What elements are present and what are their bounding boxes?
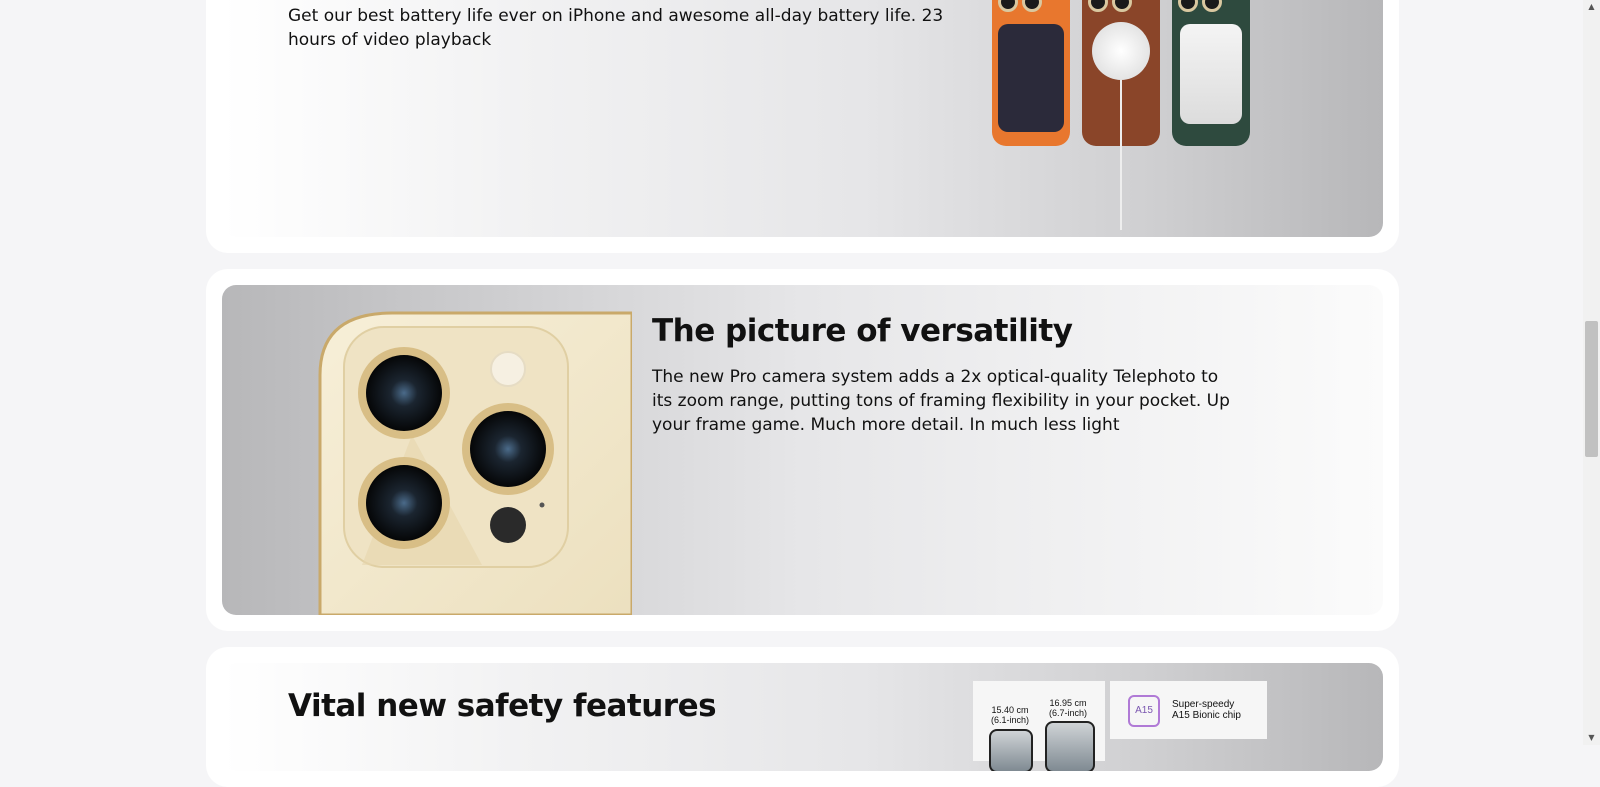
large-phone-icon <box>1045 721 1095 771</box>
magsafe-cases-image <box>992 0 1282 237</box>
small-size-cm: 15.40 cm <box>991 705 1029 715</box>
small-size-label: 15.40 cm (6.1-inch) <box>985 705 1035 725</box>
size-comparison-panel: 15.40 cm (6.1-inch) 16.95 cm (6.7-inch) <box>973 681 1105 771</box>
safety-section-title: Vital new safety features <box>288 688 717 724</box>
small-size-inch: (6.1-inch) <box>990 715 1029 725</box>
scroll-up-arrow-icon[interactable]: ▲ <box>1583 0 1600 14</box>
small-phone-icon <box>989 729 1033 771</box>
camera-module-image <box>222 285 632 615</box>
large-size-inch: (6.7-inch) <box>1048 708 1087 718</box>
battery-card-inner: Get our best battery life ever on iPhone… <box>222 0 1383 237</box>
a15-chip-icon: A15 <box>1128 695 1160 727</box>
safety-card-inner: Vital new safety features 15.40 cm (6.1-… <box>222 663 1383 771</box>
brown-case <box>1082 0 1160 230</box>
camera-section-description: The new Pro camera system adds a 2x opti… <box>652 367 1230 435</box>
chip-line1: Super-speedy <box>1172 699 1235 710</box>
battery-description-line2: hours of video playback <box>288 30 492 50</box>
battery-card: Get our best battery life ever on iPhone… <box>206 0 1399 253</box>
chip-text: Super-speedy A15 Bionic chip <box>1172 699 1241 721</box>
camera-card: The picture of versatility The new Pro c… <box>206 269 1399 631</box>
iphone-camera-illustration <box>318 311 632 615</box>
orange-case <box>992 0 1070 146</box>
camera-section-title: The picture of versatility <box>652 313 1073 349</box>
page-scrollbar[interactable]: ▲ ▼ <box>1583 0 1600 745</box>
battery-description-line1: Get our best battery life ever on iPhone… <box>288 6 944 26</box>
scrollbar-thumb[interactable] <box>1585 321 1598 457</box>
chip-panel: A15 Super-speedy A15 Bionic chip <box>1110 681 1267 739</box>
chip-line2: A15 Bionic chip <box>1172 710 1241 721</box>
large-size-cm: 16.95 cm <box>1049 698 1087 708</box>
green-case <box>1172 0 1250 146</box>
safety-card: Vital new safety features 15.40 cm (6.1-… <box>206 647 1399 787</box>
scroll-down-arrow-icon[interactable]: ▼ <box>1583 731 1600 745</box>
large-size-label: 16.95 cm (6.7-inch) <box>1043 698 1093 718</box>
camera-card-inner: The picture of versatility The new Pro c… <box>222 285 1383 615</box>
